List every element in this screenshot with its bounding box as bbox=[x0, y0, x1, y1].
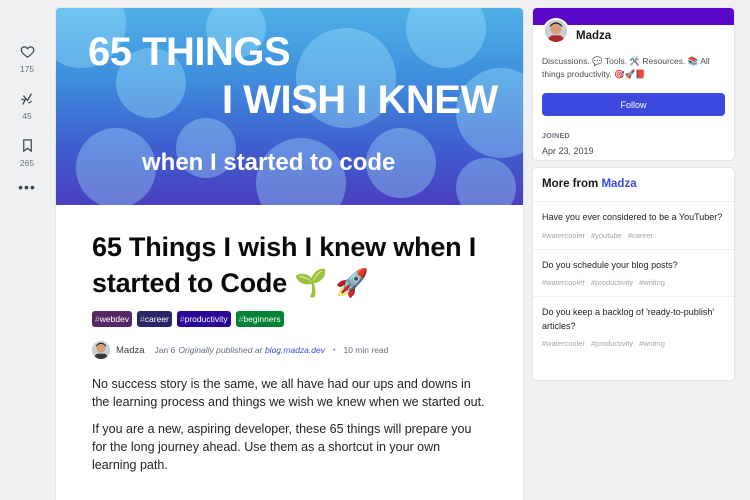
cover-image: 65 THINGS I WISH I KNEW when I started t… bbox=[56, 8, 523, 205]
more-item-tags: #watercooler #productivity #writing bbox=[542, 278, 665, 287]
list-item[interactable]: Have you ever considered to be a YouTube… bbox=[533, 202, 734, 250]
tag-beginners[interactable]: #beginners bbox=[235, 311, 284, 327]
more-item-title: Have you ever considered to be a YouTube… bbox=[542, 212, 723, 222]
more-item-tags: #watercooler #productivity #writing bbox=[542, 339, 665, 348]
follow-button[interactable]: Follow bbox=[542, 93, 725, 116]
like-count: 175 bbox=[19, 64, 35, 74]
list-item[interactable]: Do you schedule your blog posts? #waterc… bbox=[533, 250, 734, 297]
bookmark-icon bbox=[22, 139, 32, 153]
tag-productivity[interactable]: #productivity bbox=[176, 311, 231, 327]
unicorn-icon bbox=[20, 93, 32, 105]
article-paragraph: No success story is the same, we all hav… bbox=[92, 377, 485, 409]
profile-summary: Discussions. 💬 Tools. 🛠️ Resources. 📚 Al… bbox=[542, 56, 710, 79]
profile-header[interactable]: Madza bbox=[543, 18, 611, 44]
canonical-link[interactable]: blog.madza.dev bbox=[265, 345, 325, 355]
author-name[interactable]: Madza bbox=[116, 345, 145, 356]
save-count: 265 bbox=[19, 158, 35, 168]
published-text: Originally published at bbox=[178, 345, 262, 355]
cover-title-line-2: I WISH I KNEW bbox=[222, 78, 498, 122]
cover-title-line-1: 65 THINGS bbox=[88, 30, 291, 74]
tag-list: #webdev #career #productivity #beginners bbox=[92, 311, 487, 327]
read-time: 10 min read bbox=[343, 345, 389, 355]
avatar[interactable] bbox=[543, 18, 569, 44]
unicorn-button[interactable]: 45 bbox=[20, 91, 35, 121]
joined-label: JOINED bbox=[542, 133, 570, 140]
author-meta: Madza Jan 6 Originally published at blog… bbox=[92, 341, 487, 359]
joined-date: Apr 23, 2019 bbox=[542, 146, 594, 156]
like-button[interactable]: 175 bbox=[20, 44, 35, 74]
more-from-card: More from Madza Have you ever considered… bbox=[533, 168, 734, 380]
more-item-tags: #watercooler #youtube #career bbox=[542, 230, 654, 240]
save-button[interactable]: 265 bbox=[20, 138, 35, 168]
avatar[interactable] bbox=[92, 341, 110, 359]
meta-separator: ・ bbox=[329, 345, 339, 355]
unicorn-count: 45 bbox=[22, 111, 32, 121]
profile-name[interactable]: Madza bbox=[576, 30, 611, 42]
more-item-title: Do you schedule your blog posts? bbox=[542, 259, 678, 270]
article-title: 65 Things I wish I knew when I started t… bbox=[92, 232, 477, 298]
heart-icon bbox=[20, 46, 34, 58]
list-item[interactable]: Do you keep a backlog of 'ready-to-publi… bbox=[533, 297, 734, 357]
publish-date: Jan 6 bbox=[154, 345, 176, 355]
author-profile-card: Madza Discussions. 💬 Tools. 🛠️ Resources… bbox=[533, 8, 734, 160]
reaction-rail: 175 45 265 ••• bbox=[8, 44, 46, 208]
more-item-title: Do you keep a backlog of 'ready-to-publi… bbox=[542, 307, 715, 331]
cover-subtitle: when I started to code bbox=[142, 149, 396, 176]
tag-webdev[interactable]: #webdev bbox=[92, 311, 133, 327]
ellipsis-icon: ••• bbox=[18, 179, 36, 195]
more-from-heading: More from Madza bbox=[533, 168, 734, 202]
article-paragraph: If you are a new, aspiring developer, th… bbox=[92, 422, 472, 472]
article-card: 65 THINGS I WISH I KNEW when I started t… bbox=[56, 8, 523, 500]
tag-career[interactable]: #career bbox=[137, 311, 172, 327]
more-options-button[interactable]: ••• bbox=[18, 179, 36, 195]
more-from-author-link[interactable]: Madza bbox=[601, 178, 636, 190]
